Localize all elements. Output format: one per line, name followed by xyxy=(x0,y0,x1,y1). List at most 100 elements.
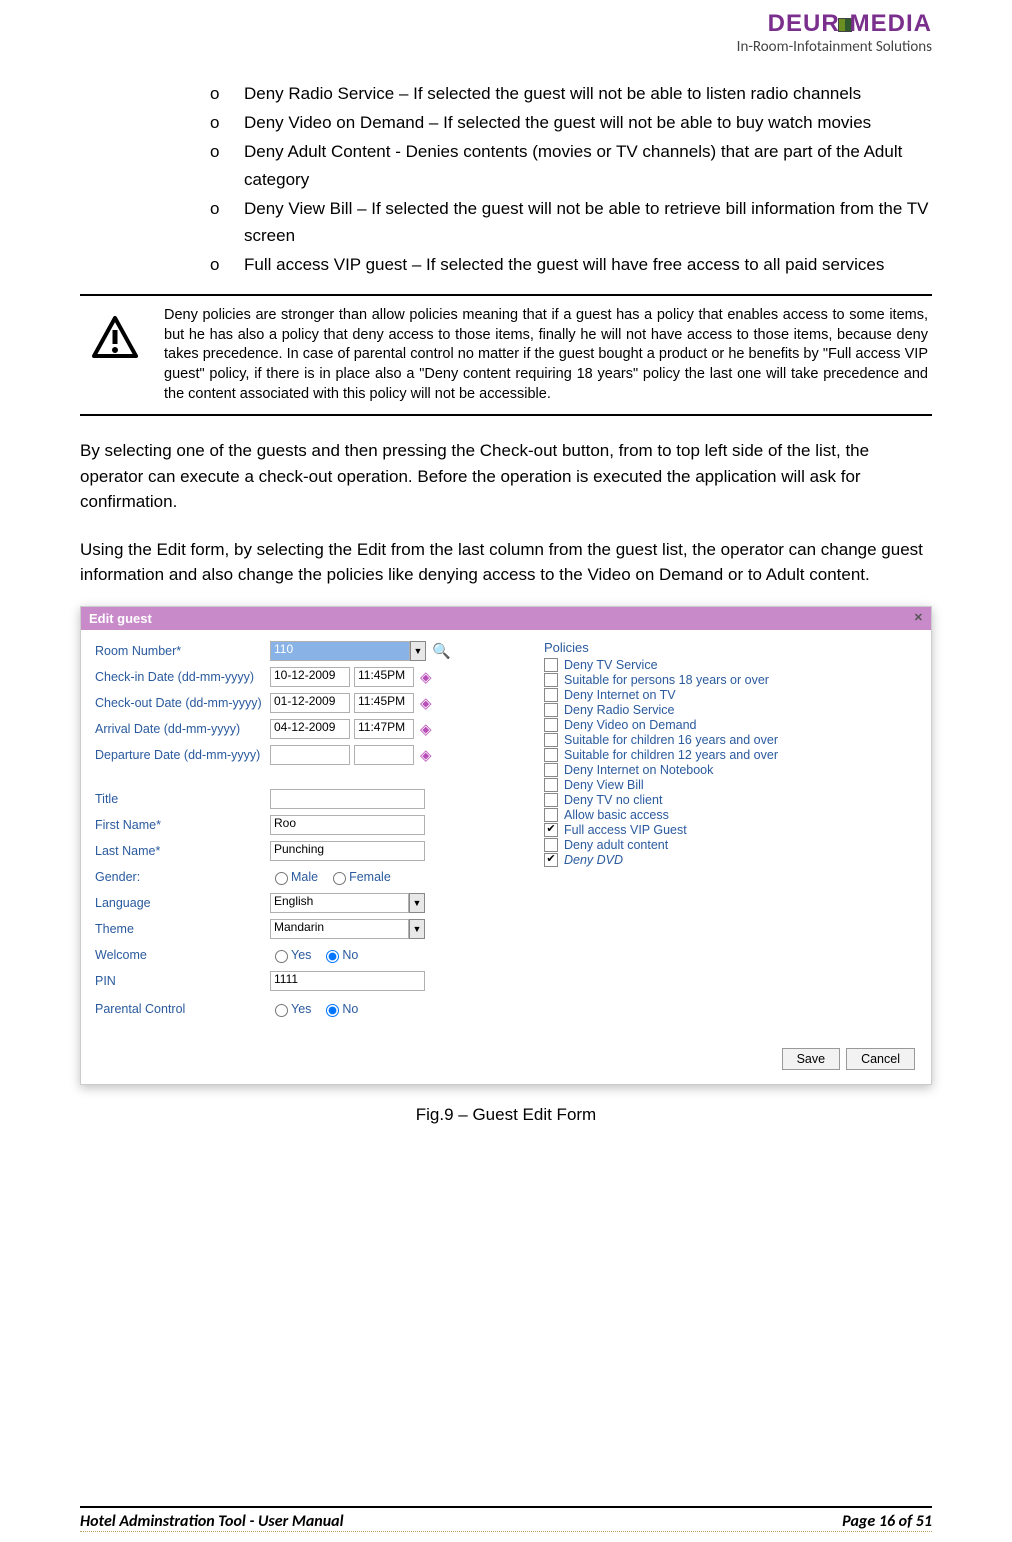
pin-field[interactable]: 1111 xyxy=(270,971,425,991)
policy-label: Allow basic access xyxy=(564,808,669,822)
policy-checkbox[interactable] xyxy=(544,808,558,822)
policy-checkbox[interactable] xyxy=(544,748,558,762)
warning-icon xyxy=(92,316,138,358)
paragraph: By selecting one of the guests and then … xyxy=(80,438,932,515)
close-icon[interactable]: ✕ xyxy=(914,611,923,626)
firstname-field[interactable]: Roo xyxy=(270,815,425,835)
policy-checkbox[interactable] xyxy=(544,793,558,807)
policy-row: Allow basic access xyxy=(544,808,917,822)
search-icon[interactable]: 🔍 xyxy=(432,642,451,660)
checkin-time-field[interactable]: 11:45PM xyxy=(354,667,414,687)
checkin-date-field[interactable]: 10-12-2009 xyxy=(270,667,350,687)
room-field[interactable]: 110 xyxy=(270,641,410,661)
policy-checkbox[interactable] xyxy=(544,778,558,792)
logo-subtitle: In-Room-Infotainment Solutions xyxy=(737,38,932,56)
policy-row: Deny TV Service xyxy=(544,658,917,672)
policy-checkbox[interactable] xyxy=(544,733,558,747)
gender-male-radio[interactable] xyxy=(275,872,288,885)
figure-caption: Fig.9 – Guest Edit Form xyxy=(80,1105,932,1125)
dropdown-icon[interactable]: ▼ xyxy=(409,919,425,939)
room-label: Room Number* xyxy=(95,644,270,658)
theme-label: Theme xyxy=(95,922,270,936)
cancel-button[interactable]: Cancel xyxy=(846,1048,915,1070)
policy-row: ✔Deny DVD xyxy=(544,853,917,867)
policy-label: Deny Video on Demand xyxy=(564,718,697,732)
policy-row: Deny TV no client xyxy=(544,793,917,807)
logo-main: DEURMEDIA xyxy=(737,10,932,38)
policy-row: Deny Internet on TV xyxy=(544,688,917,702)
calendar-icon[interactable]: ◈ xyxy=(420,720,432,738)
warning-text: Deny policies are stronger than allow po… xyxy=(164,302,932,408)
page-footer: Hotel Adminstration Tool - User Manual P… xyxy=(80,1506,932,1532)
list-item: oDeny Video on Demand – If selected the … xyxy=(210,109,932,136)
firstname-label: First Name* xyxy=(95,818,270,832)
policy-row: Deny Video on Demand xyxy=(544,718,917,732)
arrival-date-field[interactable]: 04-12-2009 xyxy=(270,719,350,739)
form-title-bar: Edit guest ✕ xyxy=(81,607,931,630)
welcome-no-radio[interactable] xyxy=(326,950,339,963)
policy-checkbox[interactable] xyxy=(544,688,558,702)
footer-left: Hotel Adminstration Tool - User Manual xyxy=(80,1512,344,1531)
policies-title: Policies xyxy=(544,640,917,655)
logo: DEURMEDIA In-Room-Infotainment Solutions xyxy=(737,10,932,56)
title-field[interactable] xyxy=(270,789,425,809)
calendar-icon[interactable]: ◈ xyxy=(420,668,432,686)
arrival-label: Arrival Date (dd-mm-yyyy) xyxy=(95,722,270,736)
parental-label: Parental Control xyxy=(95,1002,270,1016)
welcome-label: Welcome xyxy=(95,948,270,962)
checkout-date-field[interactable]: 01-12-2009 xyxy=(270,693,350,713)
gender-label: Gender: xyxy=(95,870,270,884)
parental-yes-radio[interactable] xyxy=(275,1004,288,1017)
policy-label: Full access VIP Guest xyxy=(564,823,687,837)
warning-box: Deny policies are stronger than allow po… xyxy=(80,294,932,416)
policy-checkbox[interactable] xyxy=(544,838,558,852)
footer-right: Page 16 of 51 xyxy=(842,1512,932,1531)
checkout-label: Check-out Date (dd-mm-yyyy) xyxy=(95,696,270,710)
theme-field[interactable]: Mandarin xyxy=(270,919,409,939)
departure-time-field[interactable] xyxy=(354,745,414,765)
policy-checkbox[interactable] xyxy=(544,763,558,777)
welcome-yes-radio[interactable] xyxy=(275,950,288,963)
checkout-time-field[interactable]: 11:45PM xyxy=(354,693,414,713)
list-item: oDeny Radio Service – If selected the gu… xyxy=(210,80,932,107)
policy-row: Deny Internet on Notebook xyxy=(544,763,917,777)
save-button[interactable]: Save xyxy=(782,1048,841,1070)
lastname-label: Last Name* xyxy=(95,844,270,858)
policy-checkbox[interactable]: ✔ xyxy=(544,853,558,867)
policy-row: Suitable for children 12 years and over xyxy=(544,748,917,762)
policy-row: ✔ Full access VIP Guest xyxy=(544,823,917,837)
pin-label: PIN xyxy=(95,974,270,988)
list-item: oDeny Adult Content - Denies contents (m… xyxy=(210,138,932,192)
calendar-icon[interactable]: ◈ xyxy=(420,746,432,764)
policy-checkbox[interactable]: ✔ xyxy=(544,823,558,837)
policy-label: Suitable for children 16 years and over xyxy=(564,733,778,747)
policy-checkbox[interactable] xyxy=(544,718,558,732)
policy-row: Deny View Bill xyxy=(544,778,917,792)
gender-female-radio[interactable] xyxy=(333,872,346,885)
main-content: oDeny Radio Service – If selected the gu… xyxy=(80,80,932,1125)
language-field[interactable]: English xyxy=(270,893,409,913)
dropdown-icon[interactable]: ▼ xyxy=(409,893,425,913)
dropdown-icon[interactable]: ▼ xyxy=(410,641,426,661)
list-item: o Full access VIP guest – If selected th… xyxy=(210,251,932,278)
calendar-icon[interactable]: ◈ xyxy=(420,694,432,712)
policy-label: Deny Internet on Notebook xyxy=(564,763,713,777)
checkin-label: Check-in Date (dd-mm-yyyy) xyxy=(95,670,270,684)
edit-guest-form: Edit guest ✕ Room Number* 110▼ 🔍 Check-i… xyxy=(80,606,932,1085)
paragraph: Using the Edit form, by selecting the Ed… xyxy=(80,537,932,588)
lastname-field[interactable]: Punching xyxy=(270,841,425,861)
departure-date-field[interactable] xyxy=(270,745,350,765)
policy-checkbox[interactable] xyxy=(544,703,558,717)
policy-label: Suitable for persons 18 years or over xyxy=(564,673,769,687)
policy-row: Suitable for persons 18 years or over xyxy=(544,673,917,687)
parental-no-radio[interactable] xyxy=(326,1004,339,1017)
bullet-list: oDeny Radio Service – If selected the gu… xyxy=(210,80,932,278)
policy-label: Deny Radio Service xyxy=(564,703,674,717)
policy-row: Deny adult content xyxy=(544,838,917,852)
policy-label: Deny View Bill xyxy=(564,778,644,792)
policy-label: Suitable for children 12 years and over xyxy=(564,748,778,762)
language-label: Language xyxy=(95,896,270,910)
policy-checkbox[interactable] xyxy=(544,658,558,672)
arrival-time-field[interactable]: 11:47PM xyxy=(354,719,414,739)
policy-checkbox[interactable] xyxy=(544,673,558,687)
